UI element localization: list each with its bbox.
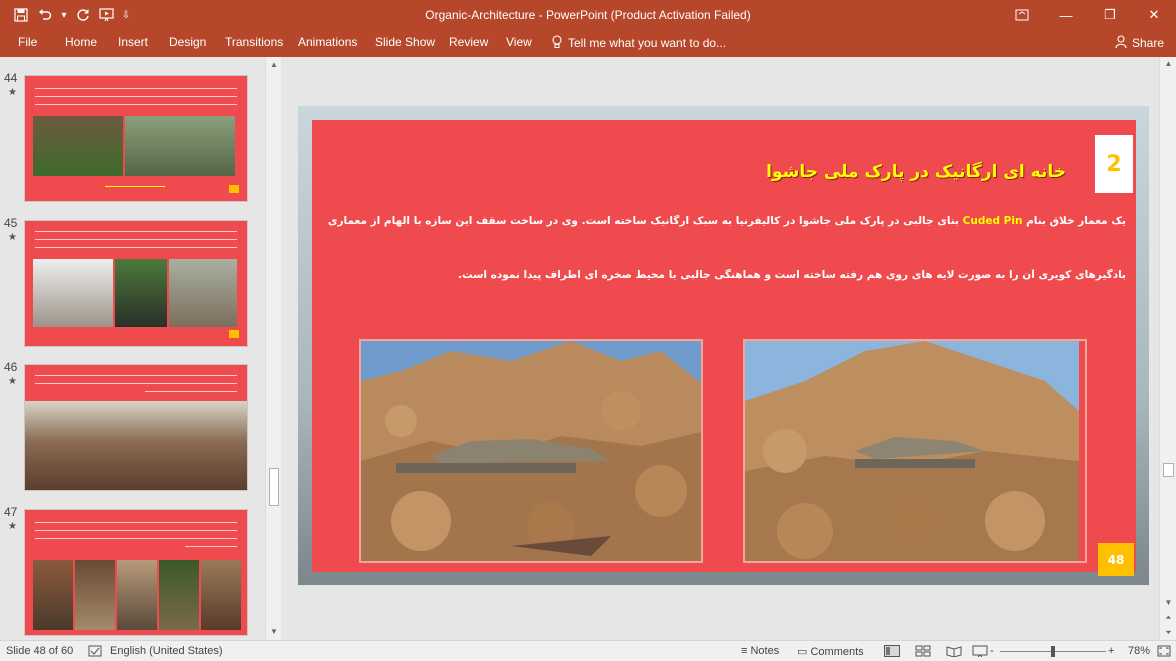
reading-view-icon[interactable] <box>946 645 962 660</box>
scroll-down-icon[interactable]: ▼ <box>266 624 282 640</box>
notes-button[interactable]: ≡ Notes <box>741 645 779 657</box>
zoom-out-button[interactable]: - <box>990 645 994 657</box>
page-badge <box>229 185 239 193</box>
person-icon <box>1115 34 1127 52</box>
normal-view-icon[interactable] <box>884 645 900 660</box>
thumbnail-number: 44 <box>4 71 18 85</box>
section-number-box: 2 <box>1095 135 1133 193</box>
zoom-slider-handle[interactable] <box>1051 646 1055 657</box>
ribbon-tabs: File Home Insert Design Transitions Anim… <box>0 30 1176 57</box>
maximize-button[interactable]: ❐ <box>1088 0 1132 30</box>
language-indicator[interactable]: English (United States) <box>110 645 223 657</box>
zoom-in-button[interactable]: + <box>1108 645 1114 657</box>
slide-counter: Slide 48 of 60 <box>6 645 74 657</box>
tell-me-search[interactable]: Tell me what you want to do... <box>552 33 726 53</box>
slide-show-icon[interactable] <box>972 645 988 660</box>
thumbnail-image <box>117 560 157 630</box>
thumbnail-image <box>169 259 237 327</box>
thumbnail-image <box>201 560 241 630</box>
scroll-up-icon[interactable]: ▲ <box>266 57 282 73</box>
slide-thumbnail-45[interactable] <box>24 220 248 347</box>
animation-star-icon: ★ <box>8 232 17 243</box>
next-slide-icon[interactable]: ⏷ <box>1160 626 1176 640</box>
paragraph-text: بنای جالبی در پارک ملی جاشوا در کالیفرنی… <box>327 215 963 227</box>
slide-thumbnail-46[interactable] <box>24 364 248 491</box>
slide-thumbnail-pane: 44 ★ 45 ★ 46 ★ 47 ★ <box>0 57 283 640</box>
tab-review[interactable]: Review <box>449 35 488 49</box>
slide-paragraph-2[interactable]: بادگیرهای کویری آن را به صورت لایه های ر… <box>306 269 1126 281</box>
tab-insert[interactable]: Insert <box>118 35 148 49</box>
thumbnail-number: 46 <box>4 360 18 374</box>
thumbnail-image <box>159 560 199 630</box>
tab-transitions[interactable]: Transitions <box>225 35 283 49</box>
tab-slide-show[interactable]: Slide Show <box>375 35 435 49</box>
tab-file[interactable]: File <box>18 35 37 49</box>
tab-animations[interactable]: Animations <box>298 35 357 49</box>
ribbon-display-icon[interactable] <box>1000 0 1044 30</box>
spelling-icon[interactable] <box>88 645 102 660</box>
desert-house-photo-left[interactable] <box>359 339 703 563</box>
scroll-down-icon[interactable]: ▼ <box>1160 596 1176 610</box>
slide-content-panel: 2 خانه ای ارگانیک در پارک ملی جاشوا یک م… <box>312 120 1136 576</box>
previous-slide-icon[interactable]: ⏶ <box>1160 611 1176 625</box>
scroll-up-icon[interactable]: ▲ <box>1160 57 1176 71</box>
thumbnail-number: 47 <box>4 505 18 519</box>
notes-icon: ≡ <box>741 645 748 657</box>
scrollbar-thumb[interactable] <box>1163 463 1174 477</box>
thumbnail-image <box>33 116 123 176</box>
slide-sorter-icon[interactable] <box>915 645 931 660</box>
animation-star-icon: ★ <box>8 521 17 532</box>
current-slide[interactable]: 2 خانه ای ارگانیک در پارک ملی جاشوا یک م… <box>298 106 1149 585</box>
desert-house-photo-right[interactable] <box>743 339 1087 563</box>
tab-design[interactable]: Design <box>169 35 206 49</box>
page-number-badge: 48 <box>1098 543 1134 576</box>
slide-thumbnail-44[interactable] <box>24 75 248 202</box>
share-label: Share <box>1131 36 1164 50</box>
tab-view[interactable]: View <box>506 35 532 49</box>
slide-editing-area: 2 خانه ای ارگانیک در پارک ملی جاشوا یک م… <box>284 57 1159 640</box>
lightbulb-icon <box>552 34 562 52</box>
tab-home[interactable]: Home <box>65 35 97 49</box>
slide-thumbnail-47[interactable] <box>24 509 248 636</box>
slide-title[interactable]: خانه ای ارگانیک در پارک ملی جاشوا <box>766 162 1066 182</box>
page-badge <box>229 330 239 338</box>
animation-star-icon: ★ <box>8 87 17 98</box>
animation-star-icon: ★ <box>8 376 17 387</box>
comments-button[interactable]: ▭ Comments <box>797 645 864 658</box>
minimize-button[interactable]: — <box>1044 0 1088 30</box>
notes-label: Notes <box>750 645 780 657</box>
thumbnail-image <box>125 116 235 176</box>
thumbnail-number: 45 <box>4 216 18 230</box>
thumbnail-image <box>75 560 115 630</box>
thumbnail-image <box>33 259 113 327</box>
title-bar: ▾ ⇩ Organic-Architecture - PowerPoint (P… <box>0 0 1176 30</box>
thumbnail-image <box>25 401 247 490</box>
highlight-text: Cuded Pin <box>962 215 1023 227</box>
zoom-level[interactable]: 78% <box>1128 645 1150 657</box>
thumbnail-image <box>33 560 73 630</box>
paragraph-text: یک معمار خلاق بنام <box>1022 215 1126 227</box>
tell-me-text: Tell me what you want to do... <box>568 36 727 50</box>
comments-label: Comments <box>810 646 864 658</box>
close-button[interactable]: ✕ <box>1132 0 1176 30</box>
window-controls: — ❐ ✕ <box>1000 0 1176 30</box>
thumbnail-image <box>115 259 167 327</box>
slide-paragraph-1[interactable]: یک معمار خلاق بنام Cuded Pin بنای جالبی … <box>306 215 1126 227</box>
share-button[interactable]: Share <box>1115 33 1164 53</box>
fit-to-window-icon[interactable] <box>1157 645 1171 660</box>
slide-scrollbar[interactable]: ▲ ▼ ⏶ ⏷ <box>1159 57 1176 640</box>
thumbnail-scrollbar[interactable]: ▲ ▼ <box>265 57 281 640</box>
status-bar: Slide 48 of 60 English (United States) ≡… <box>0 640 1176 661</box>
scrollbar-thumb[interactable] <box>269 468 279 506</box>
comment-icon: ▭ <box>797 646 808 658</box>
